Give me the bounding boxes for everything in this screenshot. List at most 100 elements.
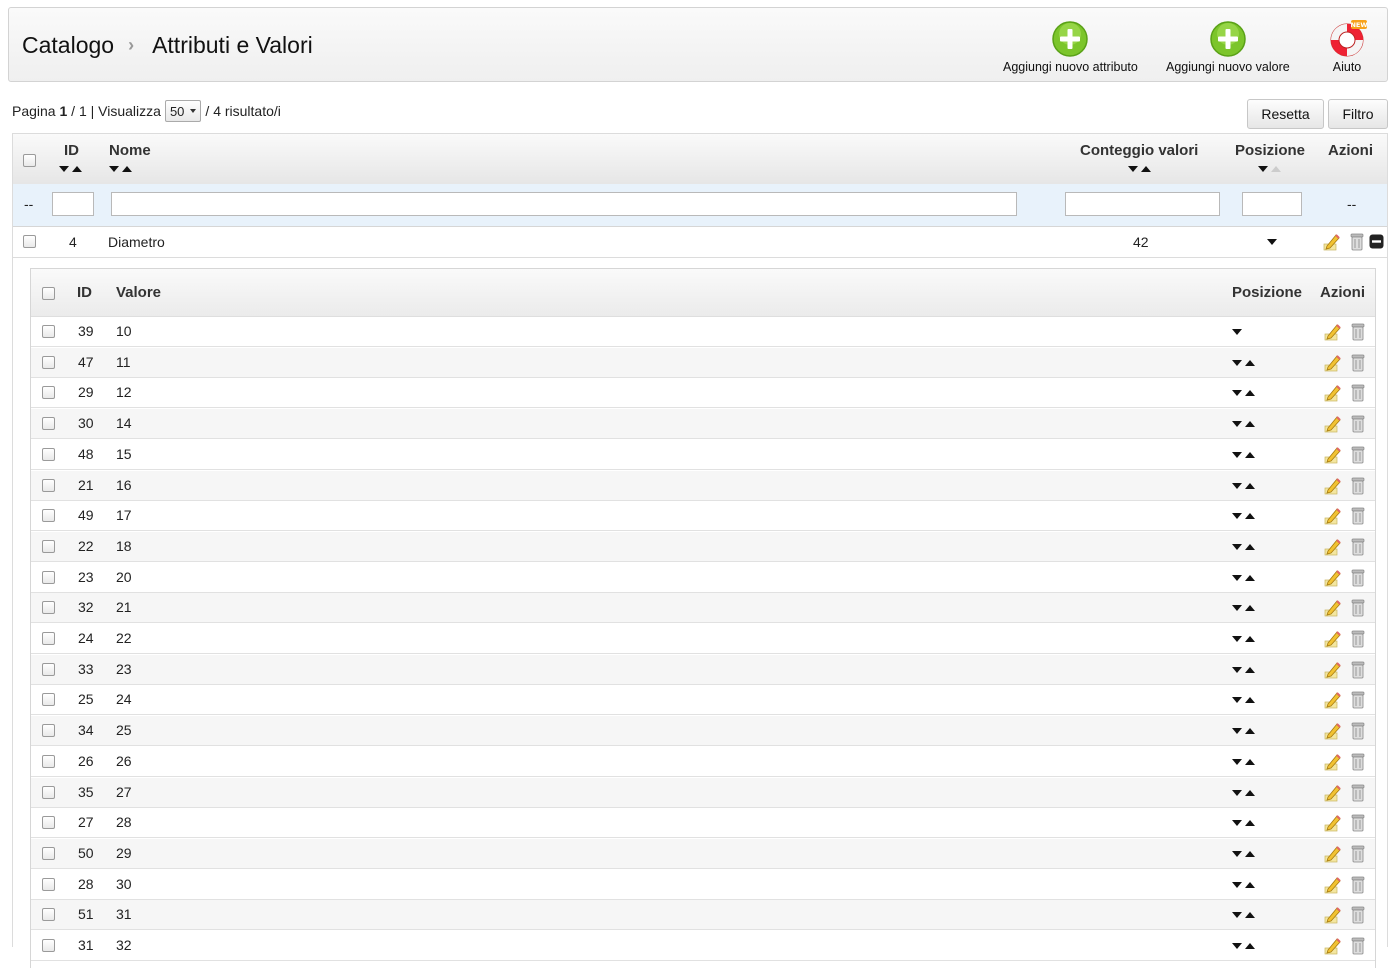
move-down-icon[interactable] [1232, 513, 1242, 520]
per-page-select[interactable]: 50 [164, 100, 202, 122]
edit-pencil-icon[interactable] [1324, 538, 1342, 556]
delete-trash-icon[interactable] [1351, 598, 1365, 617]
sort-up-icon[interactable] [72, 166, 82, 172]
move-up-icon[interactable] [1245, 605, 1255, 612]
table-row[interactable]: 48 15 [31, 440, 1375, 470]
delete-trash-icon[interactable] [1351, 476, 1365, 495]
move-up-icon[interactable] [1245, 666, 1255, 673]
move-up-icon[interactable] [1245, 728, 1255, 735]
edit-pencil-icon[interactable] [1324, 569, 1342, 587]
move-up-icon[interactable] [1245, 390, 1255, 397]
delete-trash-icon[interactable] [1351, 660, 1365, 679]
row-checkbox[interactable] [42, 447, 55, 461]
row-checkbox[interactable] [42, 325, 55, 338]
move-down-icon[interactable] [1232, 789, 1242, 796]
move-up-icon[interactable] [1245, 574, 1255, 581]
move-down-icon[interactable] [1267, 239, 1277, 245]
edit-pencil-icon[interactable] [1324, 906, 1342, 924]
move-up-icon[interactable] [1245, 451, 1255, 458]
filter-id-input[interactable] [52, 192, 94, 216]
sort-down-icon[interactable] [1258, 166, 1268, 172]
delete-trash-icon[interactable] [1351, 752, 1365, 771]
delete-trash-icon[interactable] [1351, 936, 1365, 955]
edit-pencil-icon[interactable] [1324, 722, 1342, 740]
select-all-checkbox[interactable] [23, 154, 36, 167]
edit-pencil-icon[interactable] [1324, 814, 1342, 832]
row-checkbox[interactable] [42, 417, 55, 431]
filter-button[interactable]: Filtro [1328, 99, 1388, 129]
edit-pencil-icon[interactable] [1324, 599, 1342, 617]
move-down-icon[interactable] [1232, 943, 1242, 949]
move-up-icon[interactable] [1245, 482, 1255, 489]
move-down-icon[interactable] [1232, 574, 1242, 581]
delete-trash-icon[interactable] [1351, 875, 1365, 894]
delete-trash-icon[interactable] [1351, 445, 1365, 464]
move-down-icon[interactable] [1232, 421, 1242, 428]
edit-pencil-icon[interactable] [1324, 784, 1342, 802]
help-button[interactable]: NEW Aiuto [1327, 20, 1367, 74]
move-down-icon[interactable] [1232, 451, 1242, 458]
add-attribute-button[interactable]: Aggiungi nuovo attributo [1003, 20, 1138, 74]
edit-pencil-icon[interactable] [1324, 937, 1342, 955]
table-row[interactable]: 23 20 [31, 563, 1375, 593]
edit-pencil-icon[interactable] [1324, 446, 1342, 464]
table-row[interactable]: 47 11 [31, 347, 1375, 378]
delete-trash-icon[interactable] [1351, 322, 1365, 341]
move-up-icon[interactable] [1245, 789, 1255, 796]
table-row[interactable]: 22 18 [31, 531, 1375, 562]
delete-trash-icon[interactable] [1350, 232, 1364, 251]
move-down-icon[interactable] [1232, 543, 1242, 550]
edit-pencil-icon[interactable] [1324, 415, 1342, 433]
move-up-icon[interactable] [1245, 850, 1255, 857]
table-row[interactable]: 25 24 [31, 685, 1375, 716]
move-down-icon[interactable] [1232, 605, 1242, 612]
sort-name[interactable] [109, 166, 132, 174]
delete-trash-icon[interactable] [1351, 813, 1365, 832]
sort-up-icon[interactable] [1141, 166, 1151, 172]
move-down-icon[interactable] [1232, 850, 1242, 857]
reset-button[interactable]: Resetta [1247, 99, 1324, 129]
edit-pencil-icon[interactable] [1324, 876, 1342, 894]
filter-count-input[interactable] [1065, 192, 1220, 216]
edit-pencil-icon[interactable] [1324, 323, 1342, 341]
row-checkbox[interactable] [42, 355, 55, 369]
sort-id[interactable] [59, 166, 82, 174]
table-row[interactable]: 21 16 [31, 470, 1375, 501]
move-down-icon[interactable] [1232, 329, 1242, 335]
table-row[interactable]: 35 27 [31, 777, 1375, 808]
move-down-icon[interactable] [1232, 390, 1242, 397]
row-checkbox[interactable] [42, 386, 55, 400]
row-checkbox[interactable] [42, 939, 55, 952]
table-row[interactable]: 24 22 [31, 624, 1375, 654]
edit-pencil-icon[interactable] [1324, 691, 1342, 709]
delete-trash-icon[interactable] [1351, 353, 1365, 372]
move-down-icon[interactable] [1232, 359, 1242, 366]
table-row[interactable]: 30 14 [31, 409, 1375, 440]
move-up-icon[interactable] [1245, 820, 1255, 827]
sort-down-icon[interactable] [109, 166, 119, 172]
edit-pencil-icon[interactable] [1324, 753, 1342, 771]
row-checkbox[interactable] [42, 693, 55, 707]
delete-trash-icon[interactable] [1351, 783, 1365, 802]
move-up-icon[interactable] [1245, 543, 1255, 550]
move-down-icon[interactable] [1232, 666, 1242, 673]
move-up-icon[interactable] [1245, 636, 1255, 642]
row-checkbox[interactable] [42, 908, 55, 922]
table-row[interactable]: 26 26 [31, 747, 1375, 777]
edit-pencil-icon[interactable] [1324, 477, 1342, 495]
move-up-icon[interactable] [1245, 697, 1255, 704]
table-row[interactable]: 49 17 [31, 501, 1375, 532]
table-row[interactable]: 31 32 [31, 931, 1375, 961]
breadcrumb-catalog[interactable]: Catalogo [22, 32, 114, 59]
row-checkbox[interactable] [23, 235, 36, 248]
row-checkbox[interactable] [42, 539, 55, 553]
row-checkbox[interactable] [42, 601, 55, 615]
table-row[interactable]: 4 Diametro 42 [13, 226, 1387, 258]
sort-position[interactable] [1258, 166, 1281, 174]
edit-pencil-icon[interactable] [1324, 630, 1342, 648]
delete-trash-icon[interactable] [1351, 568, 1365, 587]
edit-pencil-icon[interactable] [1324, 354, 1342, 372]
sort-down-icon[interactable] [1128, 166, 1138, 172]
edit-pencil-icon[interactable] [1323, 233, 1341, 251]
row-checkbox[interactable] [42, 509, 55, 523]
